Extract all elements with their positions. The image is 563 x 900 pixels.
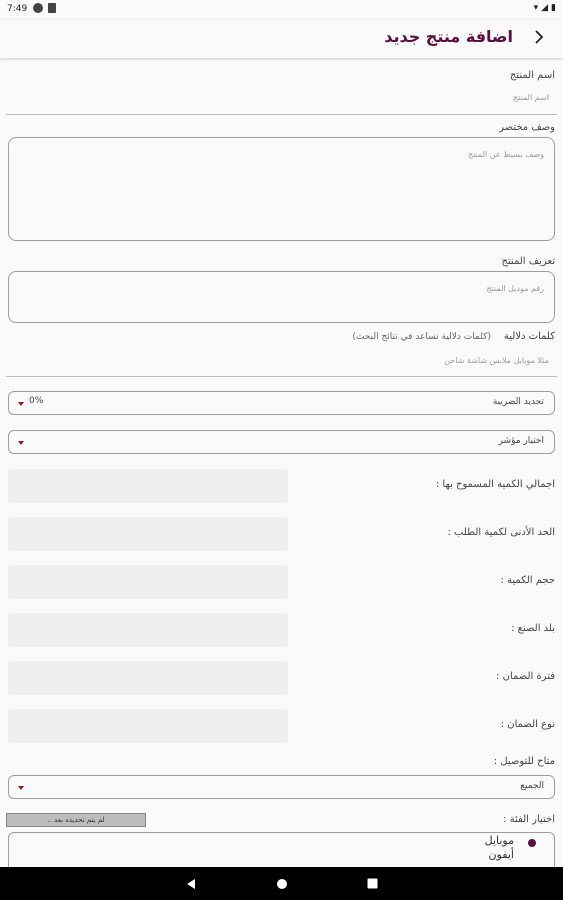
- nav-recents-button[interactable]: [352, 867, 392, 900]
- short-desc-textarea[interactable]: وصف بسيط عن المنتج: [8, 137, 555, 241]
- chevron-right-icon: [535, 30, 544, 44]
- back-button[interactable]: [527, 24, 551, 50]
- home-circle-icon: [277, 878, 287, 889]
- status-left-icons: [33, 3, 56, 13]
- category-list: موبايل أيفون: [8, 832, 555, 867]
- product-def-placeholder: رقم موديل المنتج: [486, 284, 544, 293]
- category-item[interactable]: موبايل: [485, 834, 514, 847]
- product-name-underline: [6, 114, 557, 115]
- short-desc-label: وصف مختصر: [499, 122, 555, 133]
- status-right-icons: ▾ ◢ ▮: [534, 3, 556, 13]
- sim-icon: [48, 3, 56, 13]
- warranty-type-value[interactable]: [8, 709, 288, 743]
- back-triangle-icon: [187, 878, 195, 889]
- dropdown-caret-icon: [18, 441, 24, 445]
- system-nav-bar: [0, 867, 563, 900]
- warranty-type-label: نوع الضمان :: [500, 719, 555, 730]
- qty-size-label: حجم الكمية :: [500, 575, 555, 586]
- warranty-period-label: فترة الضمان :: [496, 671, 555, 682]
- status-bar: 7:49 ▾ ◢ ▮: [0, 0, 563, 20]
- product-name-label: اسم المنتج: [509, 70, 555, 81]
- product-def-input[interactable]: رقم موديل المنتج: [8, 271, 555, 323]
- signal-icon: ◢: [541, 3, 549, 13]
- origin-country-value[interactable]: [8, 613, 288, 647]
- qty-size-field: حجم الكمية :: [8, 565, 555, 599]
- tax-dropdown[interactable]: تحديد الضريبة 0%: [8, 391, 555, 415]
- category-item[interactable]: أيفون: [489, 848, 514, 861]
- origin-country-field: بلد الصنع :: [8, 613, 555, 647]
- recents-square-icon: [367, 878, 377, 889]
- category-label: اختيار الفئة :: [503, 814, 555, 825]
- category-select-button[interactable]: لم يتم تحديده بعد ..: [6, 813, 146, 827]
- category-bullet-icon: [528, 839, 536, 847]
- keywords-hint: (كلمات دلالية تساعد في نتائج البحث): [352, 332, 492, 342]
- warranty-type-field: نوع الضمان :: [8, 709, 555, 743]
- min-order-value[interactable]: [8, 517, 288, 551]
- app-bar: اضافة منتج جديد: [0, 20, 563, 58]
- origin-country-label: بلد الصنع :: [511, 623, 555, 634]
- min-order-label: الحد الأدنى لكمية الطلب :: [447, 527, 555, 538]
- keywords-label: كلمات دلالية: [503, 331, 555, 342]
- short-desc-placeholder: وصف بسيط عن المنتج: [467, 150, 544, 159]
- dropdown-caret-icon: [18, 786, 24, 790]
- min-order-field: الحد الأدنى لكمية الطلب :: [8, 517, 555, 551]
- indicator-label: اختيار مؤشر: [498, 436, 544, 446]
- wifi-icon: ▾: [533, 3, 539, 13]
- delivery-label: متاح للتوصيل :: [493, 756, 555, 767]
- product-name-input[interactable]: اسم المنتج: [513, 93, 549, 102]
- dropdown-caret-icon: [18, 402, 24, 406]
- tax-label: تحديد الضريبة: [492, 397, 544, 407]
- nav-back-button[interactable]: [171, 867, 211, 900]
- delivery-value: الجميع: [520, 781, 544, 791]
- nav-home-button[interactable]: [262, 867, 302, 900]
- keywords-input[interactable]: مثلا موبايل ملابس شاشة شاحن: [444, 356, 549, 365]
- warranty-period-field: فترة الضمان :: [8, 661, 555, 695]
- notification-icon: [33, 3, 43, 13]
- total-qty-field: اجمالي الكمية المسموح بها :: [8, 469, 555, 503]
- page-title: اضافة منتج جديد: [384, 27, 513, 46]
- delivery-dropdown[interactable]: الجميع: [8, 775, 555, 799]
- total-qty-label: اجمالي الكمية المسموح بها :: [435, 479, 555, 490]
- tax-value: 0%: [29, 396, 44, 406]
- indicator-dropdown[interactable]: اختيار مؤشر: [8, 430, 555, 454]
- total-qty-value[interactable]: [8, 469, 288, 503]
- warranty-period-value[interactable]: [8, 661, 288, 695]
- keywords-underline: [6, 376, 557, 377]
- product-form: اسم المنتج اسم المنتج وصف مختصر وصف بسيط…: [0, 58, 563, 867]
- qty-size-value[interactable]: [8, 565, 288, 599]
- battery-icon: ▮: [551, 3, 556, 13]
- status-time: 7:49: [7, 4, 28, 14]
- product-def-label: تعريف المنتج: [501, 256, 555, 267]
